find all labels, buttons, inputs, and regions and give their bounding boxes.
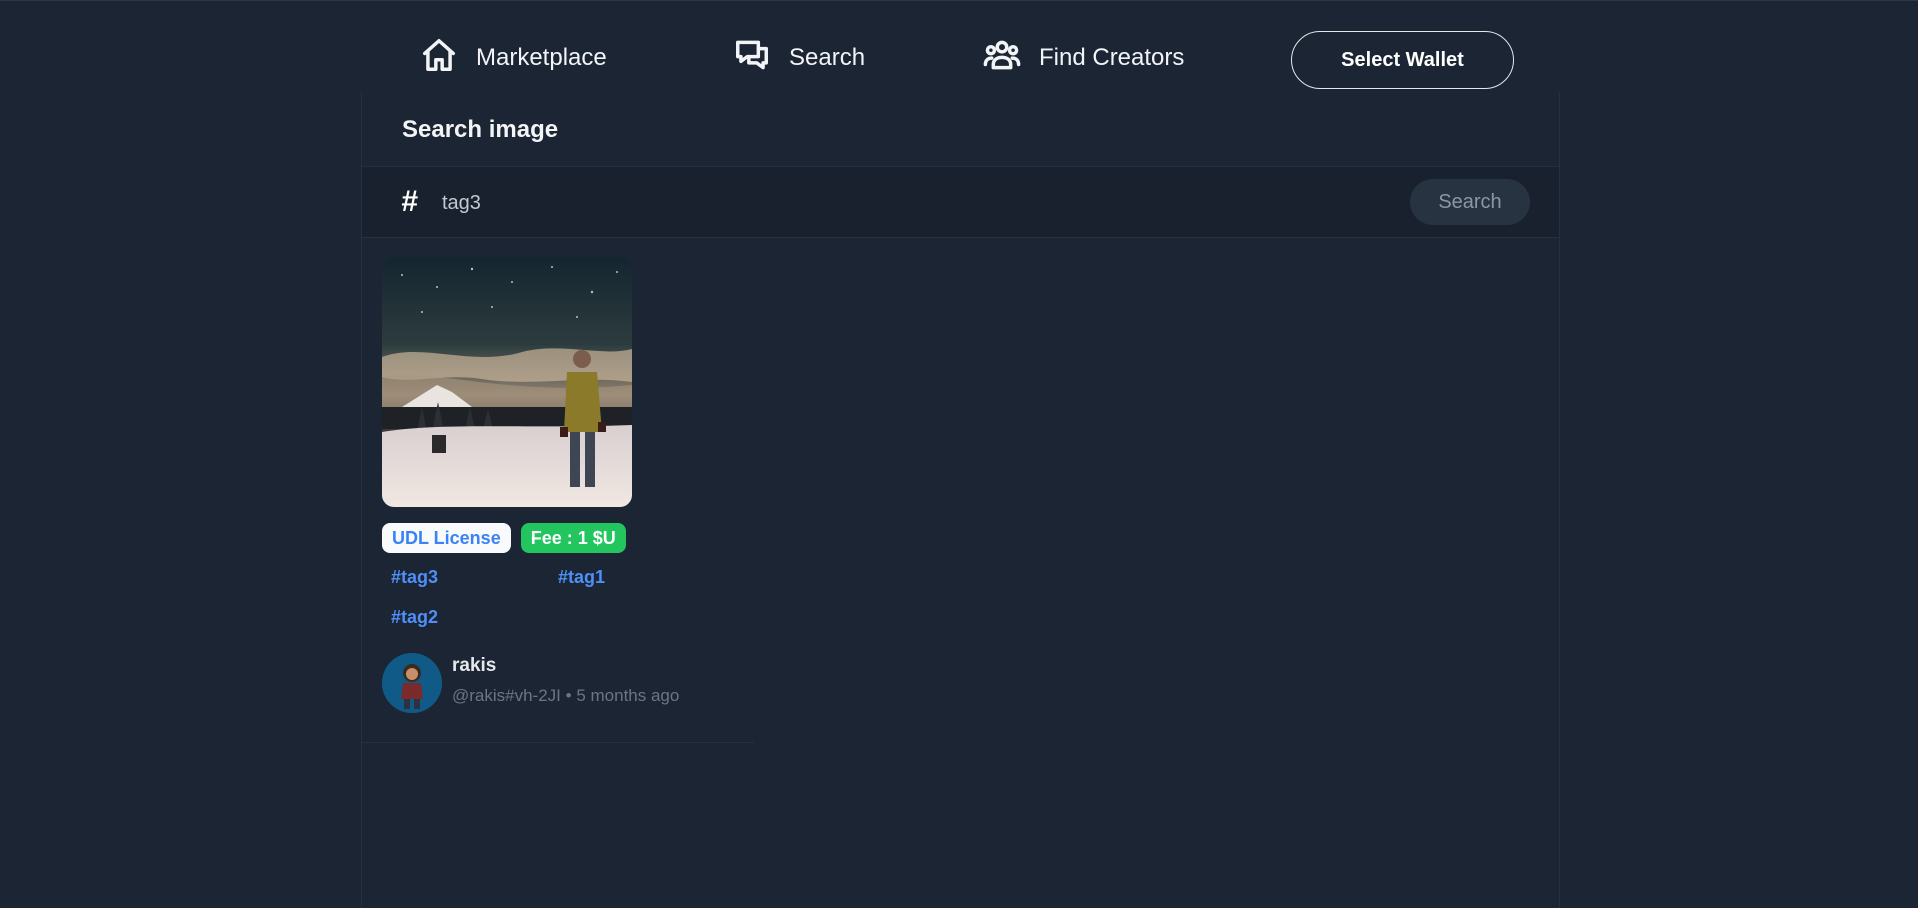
search-input[interactable] bbox=[440, 184, 1324, 222]
nav-search[interactable]: Search bbox=[733, 34, 865, 82]
page-title: Search image bbox=[402, 116, 559, 143]
tag-link[interactable]: #tag2 bbox=[391, 607, 438, 628]
fee-badge: Fee : 1 $U bbox=[520, 523, 626, 553]
nav-find-creators[interactable]: Find Creators bbox=[983, 34, 1184, 82]
home-icon bbox=[420, 36, 458, 81]
search-bar: # Search bbox=[362, 167, 1559, 238]
avatar[interactable] bbox=[382, 653, 442, 713]
meta-separator: • bbox=[565, 686, 572, 705]
result-card[interactable]: UDL License Fee : 1 $U #tag3 #tag1 #tag2… bbox=[362, 237, 754, 743]
users-icon bbox=[983, 36, 1021, 81]
author-meta: @rakis#vh-2JI • 5 months ago bbox=[452, 686, 679, 706]
license-badge: UDL License bbox=[382, 523, 511, 553]
author-handle: @rakis#vh-2JI bbox=[452, 686, 561, 705]
select-wallet-button[interactable]: Select Wallet bbox=[1291, 31, 1514, 89]
author-name[interactable]: rakis bbox=[452, 655, 496, 677]
main-column: Search image # Search bbox=[361, 92, 1560, 908]
hashtag-icon: # bbox=[401, 185, 418, 218]
tag-link[interactable]: #tag3 bbox=[391, 567, 438, 588]
nav-marketplace[interactable]: Marketplace bbox=[420, 34, 607, 82]
nav-search-label: Search bbox=[789, 44, 866, 71]
result-image[interactable] bbox=[382, 257, 632, 507]
badge-row: UDL License Fee : 1 $U bbox=[382, 523, 626, 553]
search-button[interactable]: Search bbox=[1410, 179, 1530, 225]
post-time: 5 months ago bbox=[576, 686, 680, 705]
top-navigation: Marketplace Search Find Creators Select … bbox=[0, 0, 1918, 92]
tag-link[interactable]: #tag1 bbox=[558, 567, 605, 588]
chat-bubbles-icon bbox=[733, 36, 771, 81]
nav-marketplace-label: Marketplace bbox=[476, 44, 607, 71]
nav-find-creators-label: Find Creators bbox=[1039, 44, 1185, 71]
